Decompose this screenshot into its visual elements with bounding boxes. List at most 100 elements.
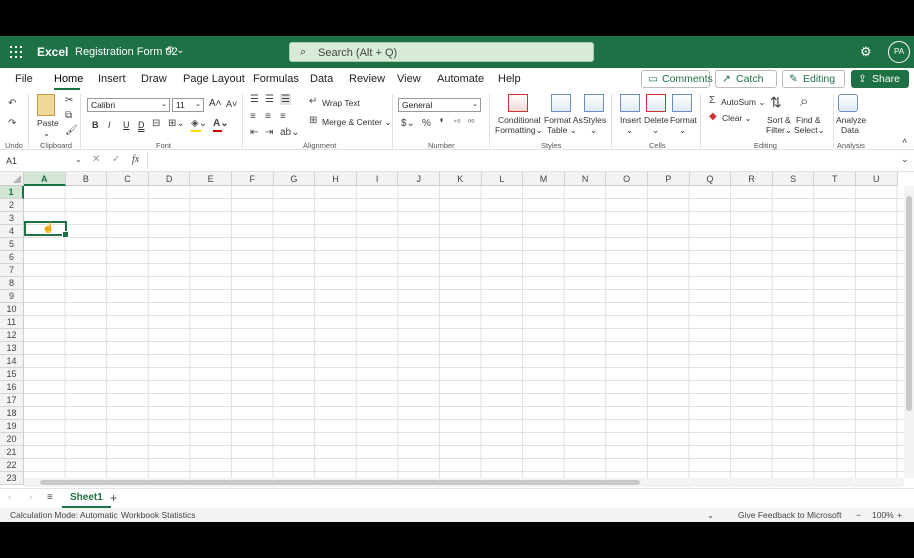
row-header-8[interactable]: 8 bbox=[0, 277, 24, 290]
strikethrough-icon[interactable]: ⊟ bbox=[152, 118, 160, 129]
vertical-scroll-thumb[interactable] bbox=[906, 196, 912, 411]
wrap-text-icon[interactable]: ↵ bbox=[309, 96, 317, 107]
conditional-formatting-button[interactable]: Formatting⌄ bbox=[495, 125, 543, 136]
column-header-d[interactable]: D bbox=[148, 172, 191, 186]
row-header-1[interactable]: 1 bbox=[0, 186, 24, 199]
font-name-select[interactable]: Calibri ⌄ bbox=[87, 98, 170, 112]
font-size-select[interactable]: 11 ⌄ bbox=[172, 98, 204, 112]
align-right-icon[interactable]: ≡ bbox=[280, 111, 286, 122]
column-header-h[interactable]: H bbox=[315, 172, 357, 186]
cut-icon[interactable]: ✂ bbox=[65, 95, 73, 106]
tab-insert[interactable]: Insert bbox=[98, 73, 126, 85]
tab-data[interactable]: Data bbox=[310, 73, 333, 85]
search-box[interactable]: ⌕ Search (Alt + Q) bbox=[289, 42, 594, 62]
find-select-icon[interactable]: ⌕ bbox=[800, 93, 808, 110]
chevron-down-icon[interactable]: ⌄ bbox=[626, 125, 633, 136]
double-underline-button[interactable]: D bbox=[138, 120, 145, 130]
column-header-b[interactable]: B bbox=[65, 172, 108, 186]
column-header-q[interactable]: Q bbox=[689, 172, 732, 186]
column-header-f[interactable]: F bbox=[232, 172, 274, 186]
chevron-down-icon[interactable]: ⌄ bbox=[652, 125, 659, 136]
cancel-icon[interactable]: ✕ bbox=[92, 154, 100, 165]
insert-cells-label[interactable]: Insert bbox=[620, 115, 641, 125]
collapse-ribbon-icon[interactable]: ˄ bbox=[902, 136, 907, 146]
format-painter-icon[interactable]: 🖌 bbox=[65, 125, 78, 136]
align-middle-icon[interactable]: ☰ bbox=[265, 94, 274, 105]
autosum-button[interactable]: AutoSum ⌄ bbox=[721, 97, 765, 108]
column-header-j[interactable]: J bbox=[398, 172, 440, 186]
worksheet-grid[interactable]: ABCDEFGHIJKLMNOPQRSTU 1 2 3 4 5 6 7 8 9 10 11 12 13 1… bbox=[0, 172, 914, 488]
column-header-p[interactable]: P bbox=[648, 172, 690, 186]
next-sheet-icon[interactable]: › bbox=[29, 492, 32, 503]
tab-review[interactable]: Review bbox=[349, 73, 385, 85]
increase-indent-icon[interactable]: ⇥ bbox=[265, 127, 273, 138]
row-header-9[interactable]: 9 bbox=[0, 290, 24, 303]
prev-sheet-icon[interactable]: ‹ bbox=[8, 492, 11, 503]
italic-button[interactable]: I bbox=[108, 120, 111, 130]
cells-area[interactable] bbox=[24, 186, 904, 488]
cell-styles-label[interactable]: Styles bbox=[583, 115, 606, 125]
redo-icon[interactable]: ↷ bbox=[8, 118, 16, 129]
column-header-r[interactable]: R bbox=[731, 172, 773, 186]
select-all-button[interactable] bbox=[0, 172, 24, 186]
chevron-down-icon[interactable]: ⌄ bbox=[75, 155, 82, 164]
analyze-data-label-1[interactable]: Analyze bbox=[836, 115, 866, 125]
currency-icon[interactable]: $⌄ bbox=[401, 118, 415, 129]
sort-filter-label-1[interactable]: Sort & bbox=[767, 115, 791, 125]
gear-icon[interactable]: ⚙ bbox=[860, 44, 872, 60]
bold-button[interactable]: B bbox=[92, 120, 99, 130]
merge-center-icon[interactable]: ⊞ bbox=[309, 115, 317, 126]
conditional-formatting-label-1[interactable]: Conditional bbox=[498, 115, 541, 125]
undo-icon[interactable]: ↶ bbox=[8, 98, 16, 109]
row-header-3[interactable]: 3 bbox=[0, 212, 24, 225]
row-header-16[interactable]: 16 bbox=[0, 381, 24, 394]
paste-icon[interactable] bbox=[37, 94, 55, 116]
underline-button[interactable]: U bbox=[123, 120, 130, 130]
number-format-select[interactable]: General ⌄ bbox=[398, 98, 481, 112]
shrink-font-icon[interactable]: A˅ bbox=[226, 99, 237, 109]
decrease-indent-icon[interactable]: ⇤ bbox=[250, 127, 258, 138]
column-header-l[interactable]: L bbox=[481, 172, 524, 186]
conditional-formatting-icon[interactable] bbox=[508, 94, 528, 112]
share-button[interactable]: ⇪ Share ⌄ bbox=[851, 70, 909, 101]
tab-help[interactable]: Help bbox=[498, 73, 521, 85]
find-select-label-1[interactable]: Find & bbox=[796, 115, 821, 125]
sheet-tab-sheet1[interactable]: Sheet1 bbox=[62, 489, 111, 508]
vertical-scrollbar[interactable] bbox=[904, 186, 914, 478]
zoom-level[interactable]: 100% bbox=[872, 510, 894, 520]
formula-input[interactable] bbox=[152, 153, 892, 169]
eraser-icon[interactable]: ◆ bbox=[709, 111, 717, 122]
format-cells-icon[interactable] bbox=[672, 94, 692, 112]
format-as-table-button[interactable]: Table ⌄ bbox=[547, 125, 577, 136]
merge-center-button[interactable]: Merge & Center ⌄ bbox=[322, 117, 391, 128]
align-top-icon[interactable]: ☰ bbox=[250, 94, 259, 105]
orientation-icon[interactable]: ab⌄ bbox=[280, 127, 300, 138]
column-header-s[interactable]: S bbox=[772, 172, 815, 186]
app-name[interactable]: Excel bbox=[37, 45, 68, 59]
app-launcher-icon[interactable] bbox=[10, 46, 22, 58]
workbook-statistics[interactable]: Workbook Statistics bbox=[121, 510, 195, 520]
row-header-2[interactable]: 2 bbox=[0, 199, 24, 212]
row-header-15[interactable]: 15 bbox=[0, 368, 24, 381]
percent-icon[interactable]: % bbox=[422, 118, 431, 129]
zoom-in-icon[interactable]: + bbox=[897, 510, 902, 520]
align-center-icon[interactable]: ≡ bbox=[265, 111, 271, 122]
align-bottom-icon[interactable]: ☰ bbox=[280, 94, 291, 105]
delete-cells-icon[interactable] bbox=[646, 94, 666, 112]
column-header-a[interactable]: A bbox=[24, 172, 66, 186]
chevron-down-icon[interactable]: ⌄ bbox=[590, 125, 597, 136]
column-header-c[interactable]: C bbox=[107, 172, 149, 186]
row-header-20[interactable]: 20 bbox=[0, 433, 24, 446]
editing-mode-button[interactable]: ✎ Editing ⌄ bbox=[782, 70, 845, 101]
analyze-data-label-2[interactable]: Data bbox=[841, 125, 859, 135]
avatar[interactable]: PA bbox=[888, 41, 910, 63]
column-header-o[interactable]: O bbox=[606, 172, 648, 186]
chevron-down-icon[interactable]: ⌄ bbox=[679, 125, 686, 136]
row-header-7[interactable]: 7 bbox=[0, 264, 24, 277]
increase-decimal-icon[interactable]: ⁺⁰ bbox=[453, 118, 460, 127]
row-header-13[interactable]: 13 bbox=[0, 342, 24, 355]
insert-cells-icon[interactable] bbox=[620, 94, 640, 112]
copy-icon[interactable]: ⧉ bbox=[65, 110, 72, 121]
comma-style-icon[interactable]: ❜ bbox=[440, 118, 443, 129]
tab-automate[interactable]: Automate bbox=[437, 73, 484, 85]
